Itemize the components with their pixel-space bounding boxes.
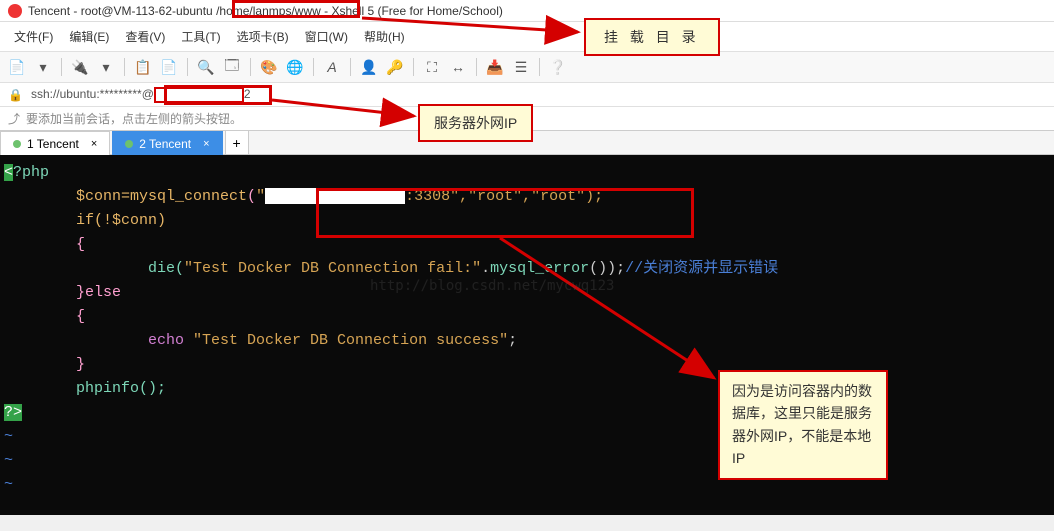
code-l10: phpinfo();	[4, 380, 166, 397]
reconnect-icon[interactable]: 🔌	[69, 56, 91, 78]
tab-2-label: 2 Tencent	[139, 137, 191, 151]
transfer-icon[interactable]: 📥	[484, 56, 506, 78]
save-icon[interactable]: ▾	[32, 56, 54, 78]
separator	[124, 58, 125, 76]
separator	[413, 58, 414, 76]
separator	[539, 58, 540, 76]
separator	[313, 58, 314, 76]
ssh-prefix: ssh://ubuntu:*********@	[31, 87, 154, 101]
code-l4-end: ());	[589, 260, 625, 277]
tab-add-button[interactable]: +	[225, 130, 249, 154]
code-tilde3: ~	[4, 476, 13, 493]
separator	[476, 58, 477, 76]
code-l6: {	[4, 308, 85, 325]
code-l7-end: ;	[508, 332, 517, 349]
callout-ip-note: 因为是访问容器内的数据库，这里只能是服务器外网IP，不能是本地IP	[718, 370, 888, 480]
user-icon[interactable]: 👤	[358, 56, 380, 78]
code-l11: ?>	[4, 404, 22, 421]
menu-view[interactable]: 查看(V)	[119, 26, 171, 47]
code-l2: if(!$conn)	[4, 212, 166, 229]
fullscreen-icon[interactable]: ⛶	[421, 56, 443, 78]
toolbar: 📄 ▾ 🔌 ▾ 📋 📄 🔍 🗔 🎨 🌐 A 👤 🔑 ⛶ ↔ 📥 ☰ ❔	[0, 52, 1054, 83]
list-icon[interactable]: ☰	[510, 56, 532, 78]
menu-bar: 文件(F) 编辑(E) 查看(V) 工具(T) 选项卡(B) 窗口(W) 帮助(…	[0, 22, 1054, 52]
code-l4-mid: .	[481, 260, 490, 277]
globe-icon[interactable]: 🌐	[284, 56, 306, 78]
key-icon[interactable]: 🔑	[384, 56, 406, 78]
terminal-editor[interactable]: <?php $conn=mysql_connect(":3308","root"…	[0, 155, 1054, 515]
dropdown-icon[interactable]: ▾	[95, 56, 117, 78]
help-icon[interactable]: ❔	[547, 56, 569, 78]
separator	[350, 58, 351, 76]
code-l7-str: "Test Docker DB Connection success"	[193, 332, 508, 349]
code-l8: }	[4, 356, 85, 373]
code-l1-q1: "	[256, 188, 265, 205]
status-dot-icon	[13, 140, 21, 148]
close-icon[interactable]: ×	[91, 138, 97, 150]
color-icon[interactable]: 🎨	[258, 56, 280, 78]
code-l1-port: :3308"	[405, 188, 459, 205]
menu-file[interactable]: 文件(F)	[8, 26, 59, 47]
ip-redacted-code	[265, 188, 405, 204]
tab-1[interactable]: 1 Tencent ×	[0, 131, 110, 155]
code-tilde2: ~	[4, 452, 13, 469]
close-icon[interactable]: ×	[203, 138, 209, 150]
title-suffix: - Xshell 5 (Free for Home/School)	[324, 4, 503, 18]
code-l3: {	[4, 236, 85, 253]
hint-text: 要添加当前会话，点击左侧的箭头按钮。	[26, 110, 242, 127]
props-icon[interactable]: 🗔	[221, 56, 243, 78]
hint-arrow-icon[interactable]: ⤴	[8, 110, 20, 127]
code-l7-pre: echo	[4, 332, 193, 349]
search-icon[interactable]: 🔍	[195, 56, 217, 78]
ip-redacted	[154, 87, 244, 103]
menu-tab[interactable]: 选项卡(B)	[231, 26, 295, 47]
tab-1-label: 1 Tencent	[27, 137, 79, 151]
code-l4-str: "Test Docker DB Connection fail:"	[184, 260, 481, 277]
code-l1-rest: ,"root","root");	[459, 188, 603, 205]
separator	[250, 58, 251, 76]
new-icon[interactable]: 📄	[6, 56, 28, 78]
paste-icon[interactable]: 📄	[158, 56, 180, 78]
code-l4-comment: //关闭资源并显示错误	[625, 260, 778, 277]
expand-icon[interactable]: ↔	[447, 56, 469, 78]
ssh-suffix: 2	[244, 87, 251, 101]
callout-server-ip: 服务器外网IP	[418, 104, 533, 142]
app-logo-icon	[8, 4, 22, 18]
menu-help[interactable]: 帮助(H)	[358, 26, 411, 47]
php-open: <	[4, 164, 13, 181]
status-dot-icon	[125, 140, 133, 148]
code-l5: }else	[4, 284, 121, 301]
menu-window[interactable]: 窗口(W)	[299, 26, 354, 47]
title-prefix: Tencent - root@VM-113-62-ubuntu	[28, 4, 213, 18]
code-l4-func: mysql_error	[490, 260, 589, 277]
callout-mount-dir: 挂 载 目 录	[584, 18, 720, 56]
copy-icon[interactable]: 📋	[132, 56, 154, 78]
menu-tools[interactable]: 工具(T)	[175, 26, 226, 47]
lock-icon: 🔒	[8, 88, 23, 102]
code-l4-pre: die(	[4, 260, 184, 277]
code-l1-pre: $conn=mysql_connect	[4, 188, 247, 205]
separator	[187, 58, 188, 76]
tab-2[interactable]: 2 Tencent ×	[112, 131, 222, 155]
title-bar: Tencent - root@VM-113-62-ubuntu /home/la…	[0, 0, 1054, 22]
title-text: Tencent - root@VM-113-62-ubuntu /home/la…	[28, 4, 503, 18]
ssh-url[interactable]: ssh://ubuntu:*********@ 2	[31, 87, 251, 103]
title-path: /home/lanmps/www	[216, 4, 321, 18]
code-tilde1: ~	[4, 428, 13, 445]
font-icon[interactable]: A	[321, 56, 343, 78]
code-l0: ?php	[13, 164, 49, 181]
separator	[61, 58, 62, 76]
menu-edit[interactable]: 编辑(E)	[63, 26, 115, 47]
